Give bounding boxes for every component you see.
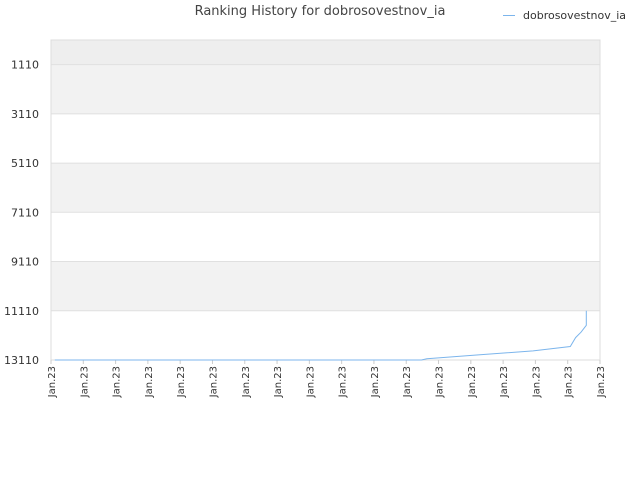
y-tick-label: 7110 xyxy=(11,206,39,219)
x-tick-label: Jan.23 xyxy=(564,366,575,398)
y-tick-label: 3110 xyxy=(11,108,39,121)
y-axis: 1110 3110 5110 7110 9110 11110 13110 xyxy=(4,59,39,367)
x-tick-label: Jan.23 xyxy=(176,366,187,398)
x-tick-label: Jan.23 xyxy=(531,366,542,398)
y-tick-label: 11110 xyxy=(4,305,39,318)
x-axis: Jan.23 Jan.23 Jan.23 Jan.23 Jan.23 Jan.23 Jan.… xyxy=(47,360,607,398)
x-tick-label: Jan.23 xyxy=(596,366,607,398)
x-tick-label: Jan.23 xyxy=(370,366,381,398)
y-tick-label: 13110 xyxy=(4,354,39,367)
plot-band xyxy=(51,261,600,311)
y-tick-label: 5110 xyxy=(11,157,39,170)
plot-band xyxy=(51,40,600,65)
x-tick-label: Jan.23 xyxy=(144,366,155,398)
plot-bands xyxy=(51,40,600,360)
x-tick-label: Jan.23 xyxy=(402,366,413,398)
x-tick-label: Jan.23 xyxy=(338,366,349,398)
y-tick-label: 1110 xyxy=(11,59,39,72)
x-tick-label: Jan.23 xyxy=(499,366,510,398)
plot-band xyxy=(51,64,600,114)
x-tick-label: Jan.23 xyxy=(208,366,219,398)
x-tick-label: Jan.23 xyxy=(47,366,58,398)
chart: 111031105110711091101111013110 Jan.23 Jan… xyxy=(4,39,607,398)
x-tick-label: Jan.23 xyxy=(467,366,478,398)
plot-band xyxy=(51,163,600,213)
x-tick-label: Jan.23 xyxy=(435,366,446,398)
plot-band xyxy=(51,310,600,360)
x-tick-label: Jan.23 xyxy=(305,366,316,398)
plot-band xyxy=(51,113,600,164)
x-tick-label: Jan.23 xyxy=(273,366,284,398)
plot-band xyxy=(51,212,600,262)
x-tick-label: Jan.23 xyxy=(241,366,252,398)
x-tick-label: Jan.23 xyxy=(112,366,123,398)
y-tick-label: 9110 xyxy=(11,256,39,269)
x-tick-label: Jan.23 xyxy=(79,366,90,398)
